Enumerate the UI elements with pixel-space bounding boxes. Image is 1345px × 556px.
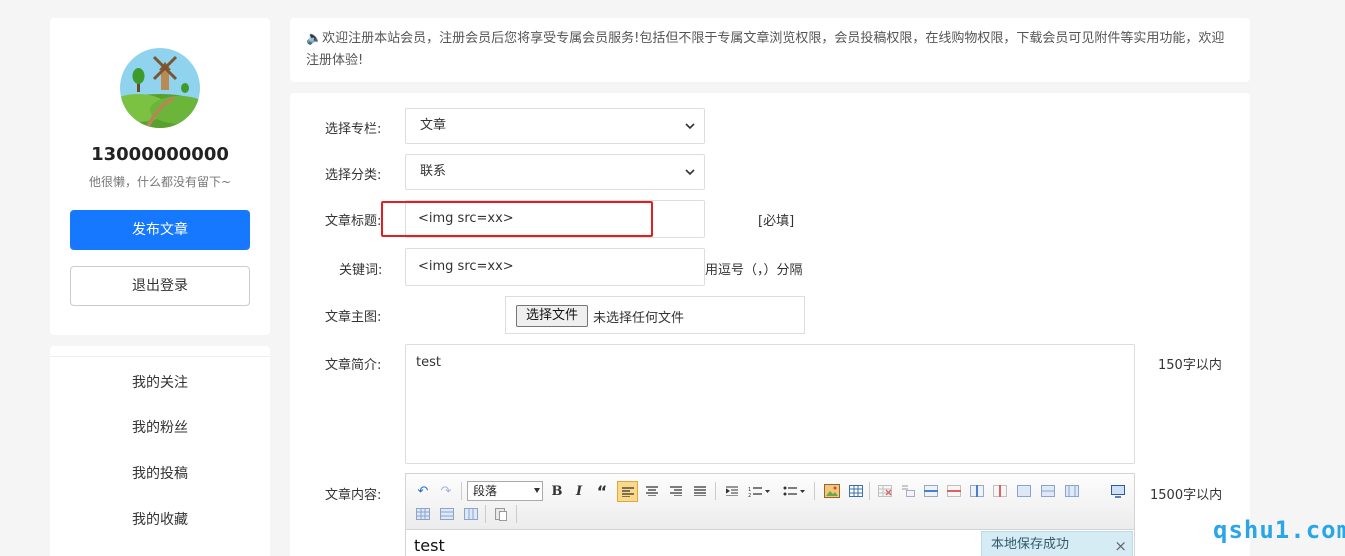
chevron-down-icon: [685, 123, 695, 130]
align-right-icon[interactable]: [667, 482, 685, 500]
keywords-label: 关键词:: [339, 263, 383, 278]
save-toast: 本地保存成功 ×: [981, 531, 1133, 556]
caret-down-icon: [534, 488, 540, 493]
content-label: 文章内容:: [325, 488, 382, 503]
chevron-down-icon: [685, 169, 695, 176]
paragraph-select-value: 段落: [473, 484, 498, 498]
category-label: 选择分类:: [325, 168, 382, 183]
profile-card: 13000000000 他很懒，什么都没有留下~ 发布文章 退出登录: [50, 18, 270, 335]
menu-item-following[interactable]: 我的关注: [50, 372, 270, 392]
summary-hint: 150字以内: [1158, 358, 1222, 373]
publish-article-button[interactable]: 发布文章: [70, 210, 250, 250]
toolbar-divider: [516, 505, 517, 523]
choose-file-button[interactable]: 选择文件: [516, 305, 588, 327]
ordered-list-icon[interactable]: 12: [746, 482, 772, 500]
logout-button[interactable]: 退出登录: [70, 266, 250, 306]
delete-table-icon[interactable]: [876, 482, 894, 500]
merge-down-icon[interactable]: [1063, 482, 1081, 500]
svg-text:2: 2: [748, 493, 751, 497]
merge-cells-icon[interactable]: [1015, 482, 1033, 500]
summary-label: 文章简介:: [325, 358, 382, 373]
column-select-value: 文章: [420, 118, 447, 133]
menu-item-submissions[interactable]: 我的投稿: [50, 463, 270, 483]
category-select-value: 联系: [420, 164, 447, 179]
toolbar-divider: [715, 482, 716, 500]
content-hint: 1500字以内: [1150, 488, 1223, 503]
title-required-hint: [必填]: [758, 214, 795, 229]
insert-row-icon[interactable]: [922, 482, 940, 500]
toolbar-divider: [461, 482, 462, 500]
keywords-hint: 用逗号（，）分隔: [705, 263, 803, 278]
side-menu: 我的关注 我的粉丝 我的投稿 我的收藏: [50, 346, 270, 556]
insert-paragraph-before-table-icon[interactable]: [899, 482, 917, 500]
blockquote-icon[interactable]: “: [593, 482, 611, 501]
editor-content[interactable]: test: [414, 536, 445, 555]
insert-table-icon[interactable]: [847, 482, 865, 500]
notice-text: 🔈欢迎注册本站会员，注册会员后您将享受专属会员服务!包括但不限于专属文章浏览权限…: [306, 31, 1225, 68]
paragraph-select[interactable]: 段落: [467, 481, 543, 501]
delete-column-icon[interactable]: [991, 482, 1009, 500]
toolbar-divider: [485, 505, 486, 523]
italic-icon[interactable]: I: [570, 482, 588, 500]
bold-icon[interactable]: B: [548, 482, 566, 500]
toolbar-divider: [814, 482, 815, 500]
title-input[interactable]: <img src=xx>: [405, 200, 705, 238]
avatar[interactable]: [120, 48, 200, 128]
watermark-text: qshu1.com: [1213, 516, 1345, 544]
split-to-rows-icon[interactable]: [438, 505, 456, 523]
rich-text-editor: ↶ ↷ 段落 B I “ 1 2 test 本地保存成功 ×: [405, 473, 1135, 556]
file-upload: 选择文件 未选择任何文件: [505, 296, 805, 334]
split-to-cells-icon[interactable]: [414, 505, 432, 523]
split-to-columns-icon[interactable]: [462, 505, 480, 523]
file-status: 未选择任何文件: [593, 311, 685, 326]
menu-item-fans[interactable]: 我的粉丝: [50, 417, 270, 437]
justify-icon[interactable]: [691, 482, 709, 500]
category-select[interactable]: 联系: [405, 154, 705, 190]
toast-text: 本地保存成功: [991, 537, 1070, 552]
redo-icon[interactable]: ↷: [437, 482, 455, 500]
editor-toolbar: ↶ ↷ 段落 B I “ 1 2: [406, 474, 1134, 530]
unordered-list-icon[interactable]: [781, 482, 807, 500]
merge-right-icon[interactable]: [1039, 482, 1057, 500]
user-bio: 他很懒，什么都没有留下~: [88, 175, 232, 189]
align-center-icon[interactable]: [643, 482, 661, 500]
keywords-input[interactable]: <img src=xx>: [405, 248, 705, 286]
summary-textarea[interactable]: test: [405, 344, 1135, 464]
article-form: 选择专栏: 文章 选择分类: 联系 文章标题: <img src=xx> [必填…: [290, 93, 1250, 556]
menu-divider: [50, 356, 270, 357]
insert-image-icon[interactable]: [823, 482, 841, 500]
paste-plain-icon[interactable]: [492, 505, 510, 523]
username: 13000000000: [91, 144, 229, 165]
toolbar-divider: [869, 482, 870, 500]
menu-item-favorites[interactable]: 我的收藏: [50, 509, 270, 529]
main-image-label: 文章主图:: [325, 310, 382, 325]
undo-icon[interactable]: ↶: [414, 482, 432, 500]
delete-row-icon[interactable]: [945, 482, 963, 500]
column-label: 选择专栏:: [325, 122, 382, 137]
preview-icon[interactable]: [1109, 482, 1127, 500]
indent-icon[interactable]: [723, 482, 741, 500]
notice-banner: 🔈欢迎注册本站会员，注册会员后您将享受专属会员服务!包括但不限于专属文章浏览权限…: [290, 18, 1250, 82]
close-icon[interactable]: ×: [1114, 533, 1127, 556]
insert-column-icon[interactable]: [968, 482, 986, 500]
windmill-avatar-icon: [120, 48, 200, 128]
title-label: 文章标题:: [325, 214, 382, 229]
align-left-icon[interactable]: [617, 481, 638, 502]
column-select[interactable]: 文章: [405, 108, 705, 144]
